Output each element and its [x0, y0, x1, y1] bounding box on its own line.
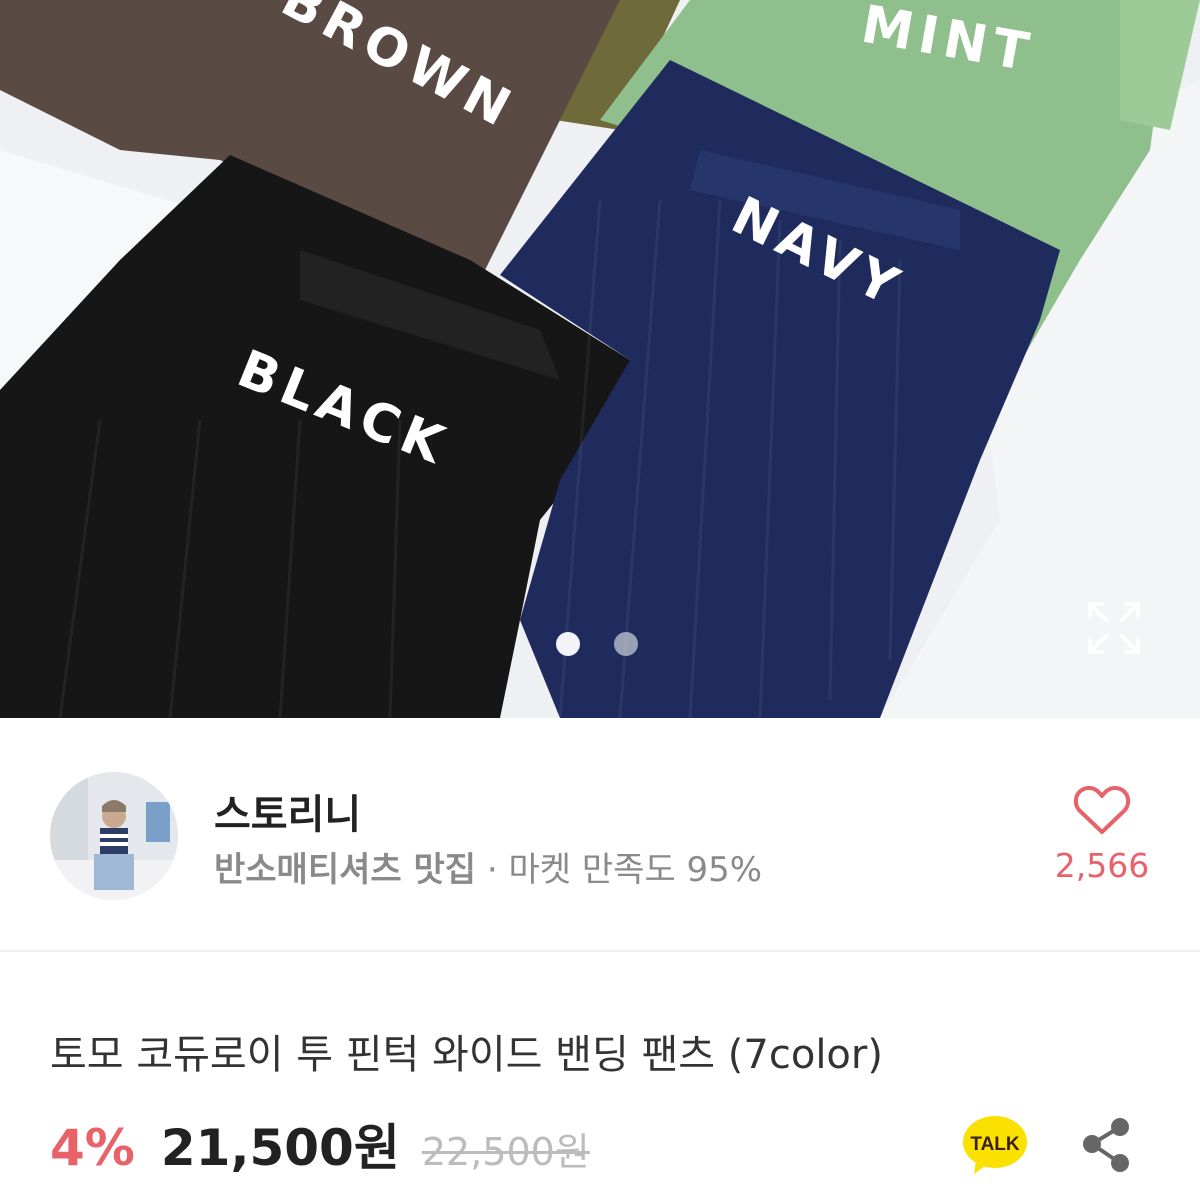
seller-separator: · [476, 850, 509, 890]
expand-icon[interactable] [1084, 598, 1144, 658]
carousel-dot-1[interactable] [556, 632, 580, 656]
discount-rate: 4% [50, 1119, 135, 1177]
seller-tagline: 반소매티셔츠 맛집 [214, 850, 477, 890]
carousel-dot-2[interactable] [614, 632, 638, 656]
sale-price: 21,500원 [160, 1119, 400, 1177]
kakao-talk-icon: TALK [963, 1116, 1027, 1174]
carousel-indicator [556, 632, 638, 656]
seller-row[interactable]: 스토리니 반소매티셔츠 맛집 · 마켓 만족도 95% 2,566 [0, 718, 1200, 950]
kakao-talk-button[interactable]: TALK [962, 1114, 1028, 1176]
original-price: 22,500원 [421, 1130, 590, 1174]
seller-satisfaction: 마켓 만족도 95% [508, 850, 763, 890]
heart-icon [1073, 785, 1131, 834]
product-title: 토모 코듀로이 투 핀턱 와이드 밴딩 팬츠 (7color) [50, 1032, 883, 1078]
section-divider [0, 950, 1200, 952]
price-row: 4% 21,500원 22,500원 [50, 1108, 590, 1180]
seller-description: 반소매티셔츠 맛집 · 마켓 만족도 95% [214, 842, 762, 891]
product-photo: BROWN MINT BLACK NAVY [0, 0, 1200, 718]
like-button[interactable]: 2,566 [1052, 784, 1152, 885]
seller-avatar[interactable] [50, 772, 178, 900]
product-image-carousel[interactable]: BROWN MINT BLACK NAVY [0, 0, 1200, 718]
seller-name[interactable]: 스토리니 [214, 782, 361, 840]
like-count: 2,566 [1054, 846, 1150, 885]
talk-label: TALK [970, 1134, 1020, 1155]
share-icon[interactable] [1076, 1114, 1136, 1176]
